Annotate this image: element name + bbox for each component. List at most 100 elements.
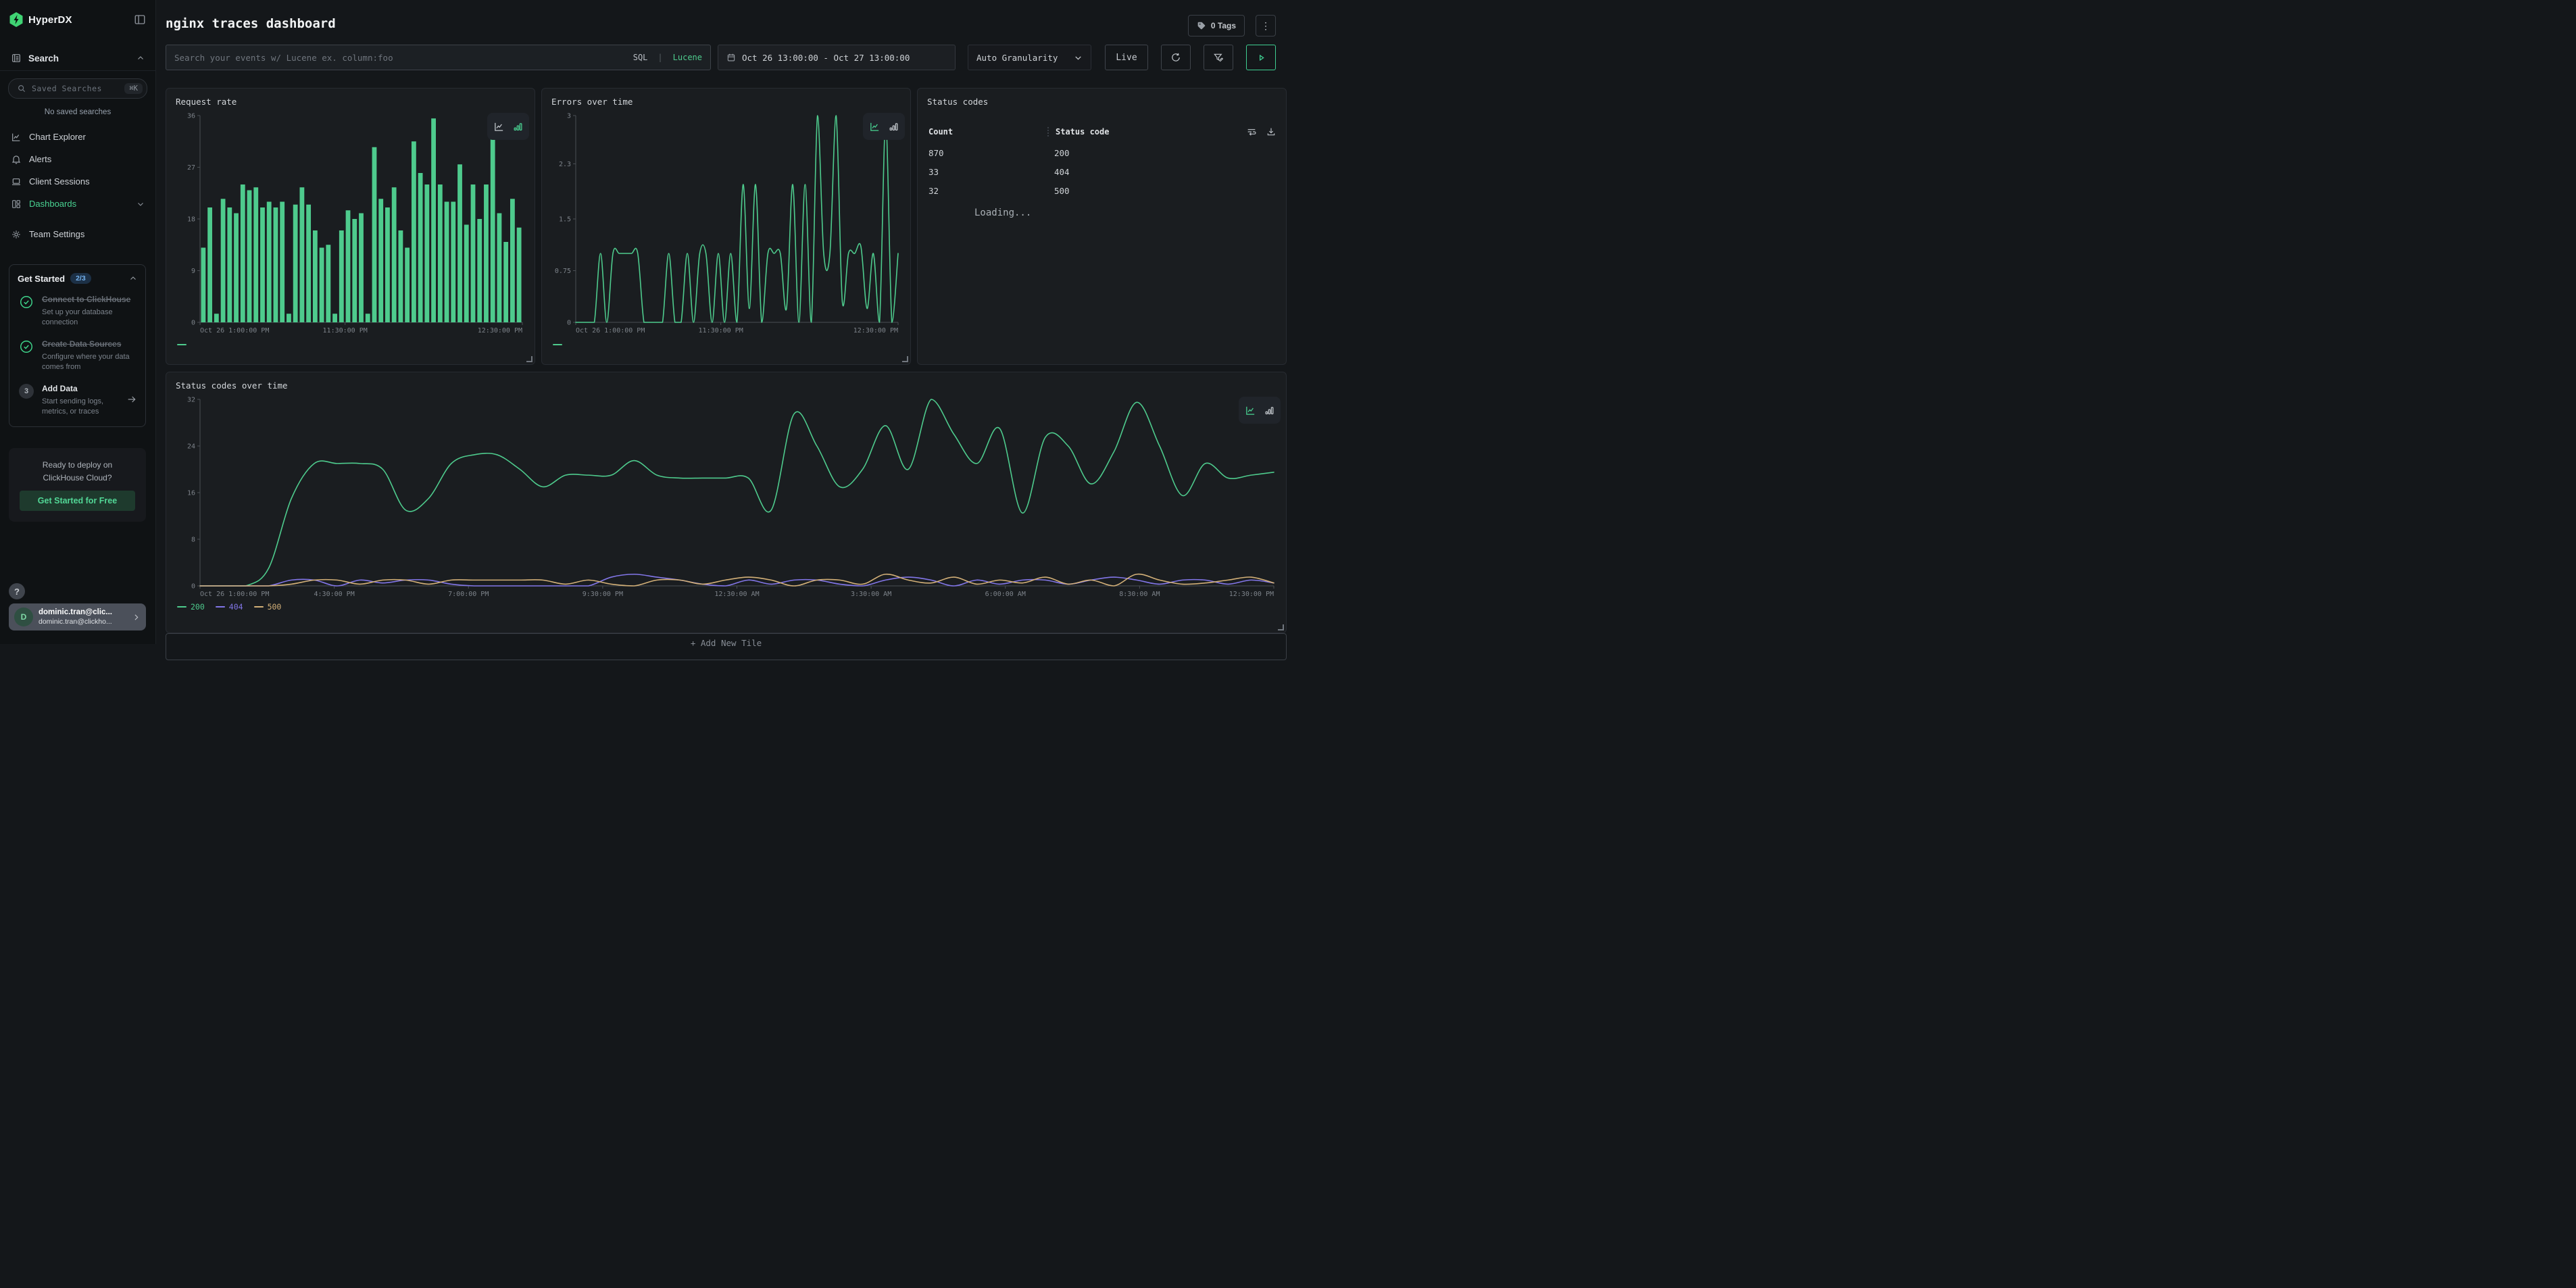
tile-title: Request rate bbox=[176, 97, 237, 107]
kebab-icon: ⋮ bbox=[1261, 20, 1270, 31]
tile-request-rate: Request rate 09182736Oct 26 1:00:00 PM11… bbox=[166, 88, 535, 365]
tile-status-codes-over-time: Status codes over time 08162432Oct 26 1:… bbox=[166, 372, 1287, 633]
user-name: dominic.tran@clic... bbox=[39, 608, 112, 618]
cell-code: 200 bbox=[1054, 148, 1070, 158]
logo-row: HyperDX bbox=[9, 9, 147, 30]
sidebar-collapse-button[interactable] bbox=[132, 12, 147, 27]
svg-text:27: 27 bbox=[187, 164, 195, 172]
svg-text:7:00:00 PM: 7:00:00 PM bbox=[448, 591, 489, 598]
run-query-button[interactable] bbox=[1246, 45, 1276, 70]
refresh-icon bbox=[1170, 52, 1181, 63]
sidebar-item-client-sessions[interactable]: Client Sessions bbox=[0, 170, 155, 193]
nav-label: Chart Explorer bbox=[29, 132, 86, 142]
resize-handle[interactable] bbox=[1278, 624, 1284, 630]
time-range-input[interactable]: Oct 26 13:00:00 - Oct 27 13:00:00 bbox=[718, 45, 956, 70]
table-row[interactable]: 870 200 bbox=[918, 144, 1286, 162]
line-chart-icon[interactable] bbox=[493, 121, 505, 132]
column-header-status-code[interactable]: Status code bbox=[1047, 127, 1109, 137]
svg-text:9: 9 bbox=[191, 268, 195, 275]
promo-line-2: ClickHouse Cloud? bbox=[20, 472, 135, 485]
bar-chart-icon[interactable] bbox=[512, 121, 524, 132]
check-circle-icon bbox=[18, 338, 35, 373]
get-started-step-connect[interactable]: Connect to ClickHouse Set up your databa… bbox=[18, 293, 137, 328]
user-menu[interactable]: D dominic.tran@clic... dominic.tran@clic… bbox=[9, 603, 146, 630]
nav-label: Client Sessions bbox=[29, 176, 90, 187]
sidebar-item-alerts[interactable]: Alerts bbox=[0, 148, 155, 170]
tags-button[interactable]: 0 Tags bbox=[1188, 15, 1245, 36]
mode-lucene[interactable]: Lucene bbox=[673, 53, 702, 62]
bar-chart-icon[interactable] bbox=[1264, 405, 1275, 416]
sidebar-section-search[interactable]: Search bbox=[0, 47, 155, 69]
legend-item-404: 404 bbox=[216, 602, 243, 612]
step-title: Add Data bbox=[42, 384, 78, 393]
user-email: dominic.tran@clickho... bbox=[39, 618, 112, 627]
get-started-step-add-data[interactable]: 3 Add Data Start sending logs, metrics, … bbox=[18, 382, 137, 418]
download-icon[interactable] bbox=[1266, 126, 1277, 137]
wrap-text-icon[interactable] bbox=[1246, 126, 1257, 137]
sidebar-divider bbox=[0, 70, 155, 71]
legend-item bbox=[177, 344, 187, 345]
svg-text:Oct 26 1:00:00 PM: Oct 26 1:00:00 PM bbox=[200, 327, 269, 335]
mode-sql[interactable]: SQL bbox=[633, 53, 648, 62]
live-button[interactable]: Live bbox=[1105, 45, 1148, 70]
tile-title: Errors over time bbox=[551, 97, 633, 107]
sidebar-item-dashboards[interactable]: Dashboards bbox=[0, 193, 155, 215]
saved-searches-input[interactable]: Saved Searches ⌘K bbox=[8, 78, 147, 99]
loading-indicator: Loading... bbox=[974, 207, 1031, 218]
avatar: D bbox=[14, 608, 33, 626]
legend-item bbox=[553, 344, 562, 345]
granularity-select[interactable]: Auto Granularity bbox=[968, 45, 1091, 70]
get-started-step-sources[interactable]: Create Data Sources Configure where your… bbox=[18, 338, 137, 373]
column-header-count[interactable]: Count bbox=[928, 127, 953, 137]
step-title: Create Data Sources bbox=[42, 339, 121, 349]
shortcut-badge: ⌘K bbox=[124, 83, 143, 94]
tile-status-codes: Status codes Count Status code 870 200 3… bbox=[917, 88, 1287, 365]
svg-text:6:00:00 AM: 6:00:00 AM bbox=[985, 591, 1026, 598]
get-started-free-button[interactable]: Get Started for Free bbox=[20, 491, 135, 511]
svg-text:2.3: 2.3 bbox=[559, 161, 571, 168]
bar-chart-icon[interactable] bbox=[888, 121, 899, 132]
saved-searches-placeholder: Saved Searches bbox=[32, 84, 102, 93]
table-row[interactable]: 32 500 bbox=[918, 182, 1286, 199]
svg-text:0: 0 bbox=[191, 320, 195, 327]
search-icon bbox=[17, 84, 26, 93]
step-desc: Configure where your data comes from bbox=[42, 352, 137, 373]
line-chart-icon[interactable] bbox=[1245, 405, 1256, 416]
errors-chart: 00.751.52.33Oct 26 1:00:00 PM11:30:00 PM… bbox=[549, 112, 903, 335]
table-row[interactable]: 33 404 bbox=[918, 163, 1286, 180]
sidebar: HyperDX Search Saved Searches ⌘K No save… bbox=[0, 0, 156, 644]
resize-handle[interactable] bbox=[902, 356, 908, 362]
play-icon bbox=[1256, 53, 1266, 63]
sidebar-item-chart-explorer[interactable]: Chart Explorer bbox=[0, 126, 155, 148]
filter-button[interactable] bbox=[1204, 45, 1233, 70]
arrow-right-icon[interactable] bbox=[126, 394, 137, 405]
gear-icon bbox=[11, 229, 22, 240]
add-new-tile-button[interactable]: + Add New Tile bbox=[166, 633, 1287, 660]
tile-title: Status codes over time bbox=[176, 380, 288, 391]
line-chart-icon[interactable] bbox=[869, 121, 881, 132]
svg-text:16: 16 bbox=[187, 490, 195, 497]
event-search-input[interactable]: Search your events w/ Lucene ex. column:… bbox=[166, 45, 711, 70]
status-codes-over-time-chart: 08162432Oct 26 1:00:00 PM4:30:00 PM7:00:… bbox=[173, 395, 1279, 598]
help-button[interactable]: ? bbox=[9, 583, 25, 599]
filter-icon bbox=[1213, 52, 1224, 63]
sidebar-item-team-settings[interactable]: Team Settings bbox=[0, 223, 155, 245]
svg-text:3:30:00 AM: 3:30:00 AM bbox=[851, 591, 891, 598]
svg-text:11:30:00 PM: 11:30:00 PM bbox=[323, 327, 368, 335]
svg-text:32: 32 bbox=[187, 397, 195, 404]
resize-handle[interactable] bbox=[526, 356, 532, 362]
bell-icon bbox=[11, 154, 22, 165]
chevron-up-icon[interactable] bbox=[129, 274, 137, 282]
clickhouse-cloud-promo: Ready to deploy on ClickHouse Cloud? Get… bbox=[9, 448, 146, 522]
nav-label: Alerts bbox=[29, 154, 51, 164]
chart-line-icon bbox=[11, 132, 22, 143]
refresh-button[interactable] bbox=[1161, 45, 1191, 70]
dashboard-icon bbox=[11, 199, 22, 209]
sidebar-nav: Chart Explorer Alerts Client Sessions Da… bbox=[0, 126, 155, 245]
cell-count: 870 bbox=[928, 148, 944, 158]
chevron-right-icon bbox=[132, 613, 141, 622]
svg-text:0: 0 bbox=[191, 583, 195, 591]
svg-text:Oct 26 1:00:00 PM: Oct 26 1:00:00 PM bbox=[200, 591, 269, 598]
kebab-menu-button[interactable]: ⋮ bbox=[1256, 15, 1276, 36]
svg-text:Oct 26 1:00:00 PM: Oct 26 1:00:00 PM bbox=[576, 327, 645, 335]
